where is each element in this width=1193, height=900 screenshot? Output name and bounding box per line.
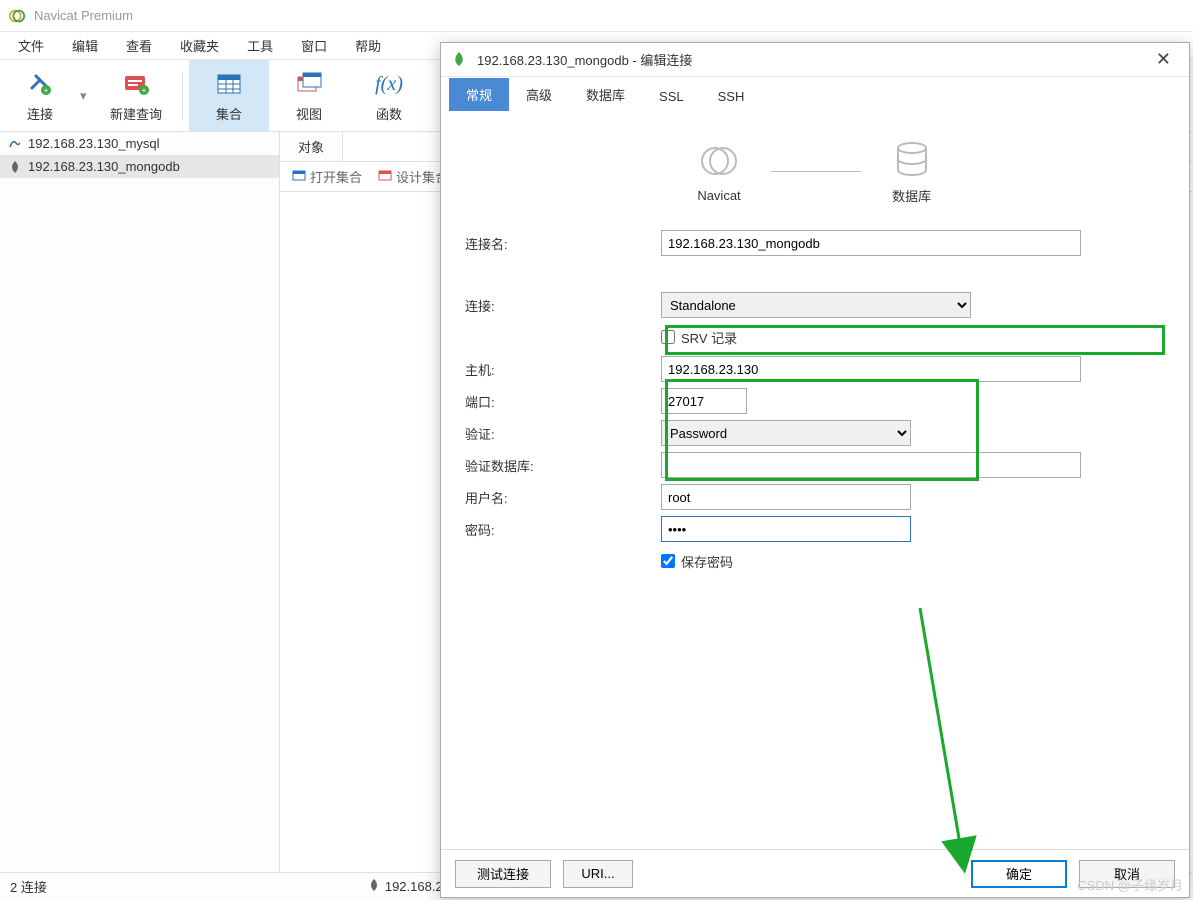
dialog-title: 192.168.23.130_mongodb - 编辑连接 (477, 50, 1148, 69)
status-connections: 2 连接 (0, 877, 57, 896)
dialog-footer: 测试连接 URI... 确定 取消 (441, 849, 1189, 897)
open-icon (292, 168, 306, 185)
toolbar-separator (182, 72, 183, 120)
dialog-tabs: 常规 高级 数据库 SSL SSH (441, 77, 1189, 111)
label-auth: 验证: (461, 424, 661, 443)
toolbar-view-label: 视图 (296, 104, 322, 123)
menu-favorites[interactable]: 收藏夹 (166, 32, 233, 59)
toolbar-collection-label: 集合 (216, 104, 242, 123)
toolbar-connect-label: 连接 (27, 104, 53, 123)
edit-connection-dialog: 192.168.23.130_mongodb - 编辑连接 ✕ 常规 高级 数据… (440, 42, 1190, 898)
test-connection-button[interactable]: 测试连接 (455, 860, 551, 888)
toolbar-view[interactable]: 视图 (269, 60, 349, 132)
select-conn[interactable]: Standalone (661, 292, 971, 318)
menu-help[interactable]: 帮助 (341, 32, 395, 59)
toolbar-newquery-label: 新建查询 (110, 104, 162, 123)
checkbox-savepass[interactable] (661, 554, 675, 568)
input-connname[interactable] (661, 230, 1081, 256)
svg-text:f(x): f(x) (375, 73, 403, 95)
object-tab-label: 对象 (298, 137, 324, 156)
tab-database[interactable]: 数据库 (569, 78, 642, 111)
checkbox-srv[interactable] (661, 330, 675, 344)
menu-edit[interactable]: 编辑 (58, 32, 112, 59)
diagram-navicat: Navicat (697, 140, 740, 203)
open-collection-button[interactable]: 打开集合 (286, 165, 368, 188)
app-title: Navicat Premium (34, 8, 133, 23)
svg-text:+: + (44, 86, 49, 95)
newquery-icon: + (122, 68, 150, 100)
object-tab[interactable]: 对象 (280, 132, 343, 161)
input-authdb[interactable] (661, 452, 1081, 478)
diagram-line (771, 171, 861, 172)
connection-label: 192.168.23.130_mongodb (28, 159, 180, 174)
tab-ssh[interactable]: SSH (701, 82, 762, 111)
database-icon (891, 138, 933, 180)
menu-tools[interactable]: 工具 (233, 32, 287, 59)
input-host[interactable] (661, 356, 1081, 382)
dialog-titlebar: 192.168.23.130_mongodb - 编辑连接 ✕ (441, 43, 1189, 77)
toolbar-collection[interactable]: 集合 (189, 60, 269, 132)
menu-file[interactable]: 文件 (4, 32, 58, 59)
select-auth[interactable]: Password (661, 420, 911, 446)
label-port: 端口: (461, 392, 661, 411)
design-icon (378, 168, 392, 185)
label-conn: 连接: (461, 296, 661, 315)
toolbar-function[interactable]: f(x) 函数 (349, 60, 429, 132)
label-savepass: 保存密码 (681, 552, 733, 571)
uri-button[interactable]: URI... (563, 860, 633, 888)
label-user: 用户名: (461, 488, 661, 507)
mongodb-icon (8, 160, 22, 174)
cancel-button[interactable]: 取消 (1079, 860, 1175, 888)
function-icon: f(x) (375, 68, 403, 100)
titlebar: Navicat Premium (0, 0, 1193, 32)
diagram-navicat-label: Navicat (697, 188, 740, 203)
open-collection-label: 打开集合 (310, 167, 362, 186)
tab-ssl[interactable]: SSL (642, 82, 701, 111)
menu-window[interactable]: 窗口 (287, 32, 341, 59)
dropdown-caret-icon[interactable]: ▾ (80, 88, 96, 104)
connections-sidebar: 192.168.23.130_mysql 192.168.23.130_mong… (0, 132, 280, 872)
mongodb-dialog-icon (451, 51, 469, 69)
toolbar-newquery[interactable]: + 新建查询 (96, 60, 176, 132)
svg-text:+: + (142, 86, 147, 95)
connection-item-mongodb[interactable]: 192.168.23.130_mongodb (0, 155, 279, 178)
connection-diagram: Navicat 数据库 (461, 131, 1169, 211)
mongodb-icon (367, 878, 381, 895)
tab-general[interactable]: 常规 (449, 78, 509, 111)
navicat-logo-icon (8, 7, 26, 25)
plug-icon: + (26, 68, 54, 100)
input-pass[interactable] (661, 516, 911, 542)
view-icon (295, 68, 323, 100)
tab-advanced[interactable]: 高级 (509, 78, 569, 111)
input-user[interactable] (661, 484, 911, 510)
diagram-database-label: 数据库 (892, 186, 931, 205)
mysql-icon (8, 137, 22, 151)
close-icon[interactable]: ✕ (1148, 49, 1179, 70)
toolbar-function-label: 函数 (376, 104, 402, 123)
label-pass: 密码: (461, 520, 661, 539)
connection-item-mysql[interactable]: 192.168.23.130_mysql (0, 132, 279, 155)
label-authdb: 验证数据库: (461, 456, 661, 475)
label-srv: SRV 记录 (681, 328, 737, 347)
input-port[interactable] (661, 388, 747, 414)
toolbar-connect[interactable]: + 连接 (0, 60, 80, 132)
connection-label: 192.168.23.130_mysql (28, 136, 160, 151)
label-connname: 连接名: (461, 234, 661, 253)
diagram-database: 数据库 (891, 138, 933, 205)
ok-button[interactable]: 确定 (971, 860, 1067, 888)
label-host: 主机: (461, 360, 661, 379)
menu-view[interactable]: 查看 (112, 32, 166, 59)
table-icon (215, 68, 243, 100)
dialog-body: Navicat 数据库 连接名: 连接: Standalone SRV 记录 主 (441, 111, 1189, 849)
